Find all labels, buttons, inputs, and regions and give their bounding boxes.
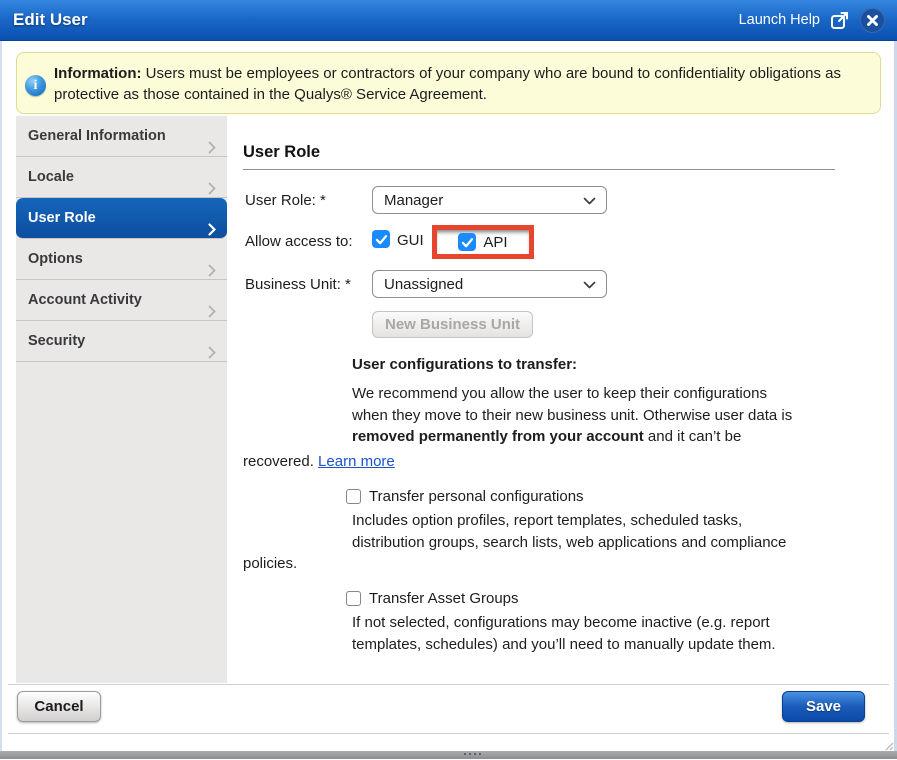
business-unit-label: Business Unit: * [245, 276, 351, 293]
cancel-button[interactable]: Cancel [17, 691, 101, 722]
resize-grip-icon[interactable] [882, 739, 894, 751]
api-checkbox[interactable] [458, 233, 476, 251]
sidebar-item-options[interactable]: Options [16, 239, 227, 280]
chevron-down-icon [583, 197, 596, 206]
drag-handle-icon[interactable] [464, 753, 466, 755]
sidebar-nav: General Information Locale User Role Opt… [16, 116, 227, 683]
checkmark-icon [375, 233, 388, 246]
transfer-personal-description: Includes option profiles, report templat… [243, 510, 855, 575]
transfer-note-heading: User configurations to transfer: [352, 356, 577, 373]
new-business-unit-button[interactable]: New Business Unit [372, 311, 533, 338]
dialog-left-border [0, 41, 2, 751]
learn-more-link[interactable]: Learn more [318, 453, 395, 470]
sidebar-item-account-activity[interactable]: Account Activity [16, 280, 227, 321]
edit-user-dialog: Edit User Launch Help i Information: Use… [0, 0, 897, 760]
save-button[interactable]: Save [782, 691, 865, 722]
api-checkbox-label: API [483, 234, 507, 251]
user-role-select[interactable]: Manager [372, 186, 607, 214]
checkmark-icon [461, 236, 474, 249]
sidebar-item-general-information[interactable]: General Information [16, 116, 227, 157]
sidebar-item-security[interactable]: Security [16, 321, 227, 362]
sidebar-item-user-role[interactable]: User Role [16, 198, 227, 239]
gui-checkbox[interactable] [372, 230, 390, 248]
chevron-right-icon [208, 335, 216, 376]
information-banner: i Information: Users must be employees o… [16, 52, 881, 114]
information-label: Information: [54, 65, 142, 82]
dialog-title: Edit User [0, 10, 88, 30]
chevron-down-icon [583, 281, 596, 290]
transfer-asset-groups-label: Transfer Asset Groups [369, 590, 519, 607]
business-unit-select[interactable]: Unassigned [372, 270, 607, 298]
transfer-personal-configurations-checkbox[interactable] [346, 489, 361, 504]
transfer-personal-configurations-label: Transfer personal configurations [369, 488, 584, 505]
transfer-note-paragraph: We recommend you allow the user to keep … [243, 383, 855, 472]
popout-window-icon[interactable] [829, 9, 851, 31]
information-text: Information: Users must be employees or … [54, 63, 872, 105]
info-icon: i [25, 75, 46, 96]
launch-help-link[interactable]: Launch Help [739, 12, 820, 28]
api-highlight-annotation: API [432, 225, 534, 259]
sidebar-item-locale[interactable]: Locale [16, 157, 227, 198]
bottom-divider [8, 733, 889, 734]
titlebar-actions: Launch Help [739, 8, 897, 33]
gui-checkbox-label: GUI [397, 232, 424, 249]
user-role-label: User Role: * [245, 192, 326, 209]
allow-access-label: Allow access to: [245, 233, 353, 250]
close-icon[interactable] [860, 8, 885, 33]
transfer-asset-groups-checkbox[interactable] [346, 591, 361, 606]
transfer-asset-description: If not selected, configurations may beco… [243, 612, 855, 655]
titlebar: Edit User Launch Help [0, 0, 897, 41]
footer-divider [8, 684, 889, 685]
window-bottom-edge [0, 751, 897, 759]
page-title: User Role [243, 143, 835, 170]
